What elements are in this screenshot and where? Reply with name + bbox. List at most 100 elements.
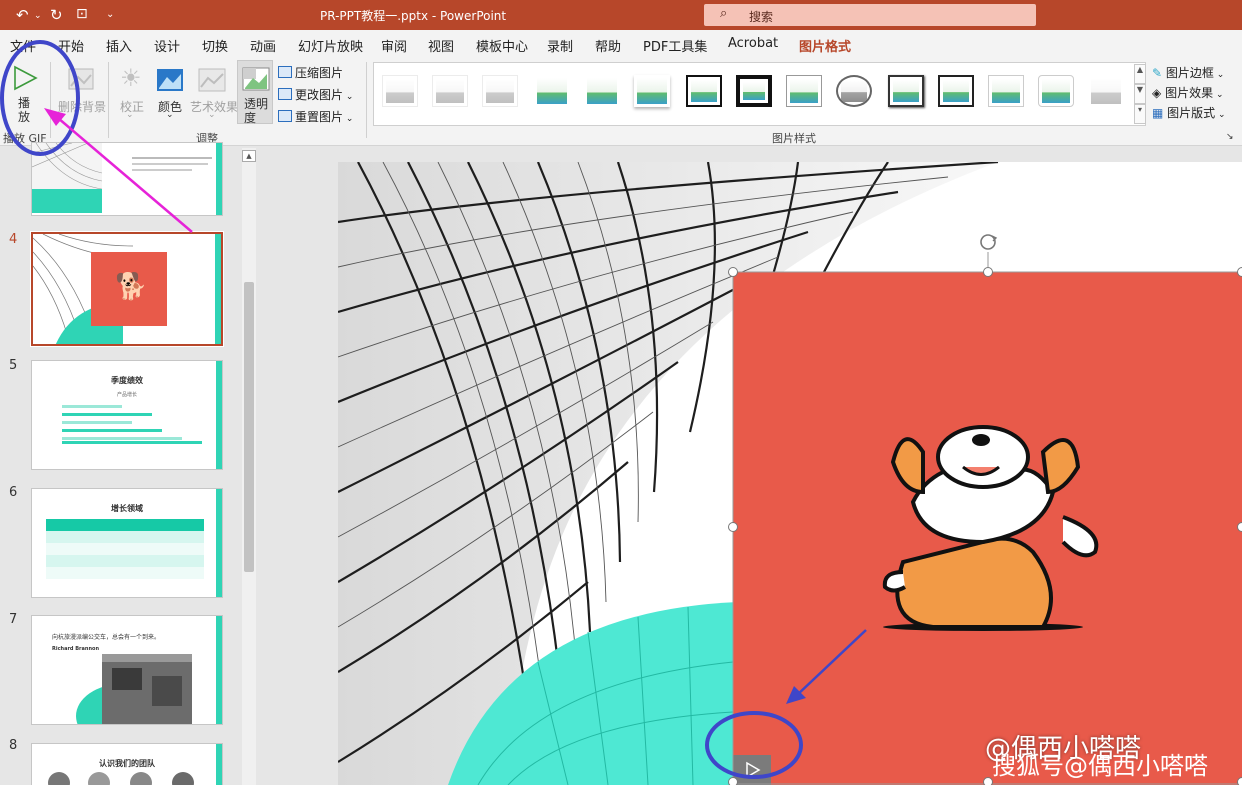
present-icon[interactable]: ⊡ bbox=[76, 6, 88, 22]
thumb-title: 认识我们的团队 bbox=[99, 759, 155, 768]
picture-style-5[interactable] bbox=[584, 75, 620, 107]
thumb-bar bbox=[62, 441, 202, 444]
ribbon-tabs: 文件 开始 插入 设计 切换 动画 幻灯片放映 审阅 视图 模板中心 录制 帮助… bbox=[0, 30, 1242, 61]
tab-picture-format[interactable]: 图片格式 bbox=[799, 36, 852, 61]
slide-number: 6 bbox=[9, 485, 18, 500]
current-slide bbox=[338, 162, 1242, 785]
thumb-accent-stripe bbox=[216, 744, 222, 785]
thumb-avatar bbox=[172, 772, 194, 785]
play-gif-button[interactable]: 播 放 bbox=[4, 60, 44, 124]
remove-background-label: 删除背景 bbox=[58, 100, 107, 114]
slide-number: 8 bbox=[9, 738, 18, 753]
picture-style-11[interactable] bbox=[888, 75, 924, 107]
picture-style-12[interactable] bbox=[938, 75, 974, 107]
watermark-line2: 搜狐号@偶西小嗒嗒 bbox=[992, 752, 1208, 780]
remove-background-button[interactable]: 删除背景 bbox=[56, 62, 107, 114]
picture-style-9[interactable] bbox=[786, 75, 822, 107]
customize-toolbar-icon[interactable]: ⌄ bbox=[106, 9, 114, 20]
slide-thumbnail-5[interactable]: 季度绩效 产品增长 bbox=[31, 360, 223, 470]
separator bbox=[50, 62, 51, 138]
search-box[interactable]: ⌕ 搜索 bbox=[704, 4, 1036, 26]
reset-picture-icon bbox=[278, 110, 292, 122]
corrections-button[interactable]: ☀ 校正 ⌄ bbox=[112, 62, 150, 120]
thumb-bar bbox=[62, 437, 182, 440]
picture-style-3[interactable] bbox=[482, 75, 518, 107]
corgi-icon: 🐕 bbox=[115, 272, 148, 302]
undo-icon[interactable]: ↶ bbox=[16, 6, 29, 24]
tab-help[interactable]: 帮助 bbox=[595, 36, 621, 55]
picture-style-7[interactable] bbox=[686, 75, 722, 107]
tab-record[interactable]: 录制 bbox=[547, 36, 573, 55]
search-placeholder: 搜索 bbox=[749, 10, 774, 24]
picture-border-button[interactable]: ✎ 图片边框 ⌄ bbox=[1152, 64, 1224, 81]
thumb-accent-stripe bbox=[216, 143, 222, 215]
artistic-effects-icon bbox=[198, 68, 226, 92]
layout-icon: ▦ bbox=[1152, 106, 1164, 120]
change-picture-icon bbox=[278, 88, 292, 100]
artistic-effects-button[interactable]: 艺术效果 ⌄ bbox=[190, 62, 238, 120]
transparency-icon bbox=[242, 67, 270, 91]
slide-thumbnail-7[interactable]: 向杭旅漫派编公交车，总会有一个到来。 Richard Brannon bbox=[31, 615, 223, 725]
picture-style-6[interactable] bbox=[634, 75, 670, 107]
scrollbar-thumb[interactable] bbox=[244, 282, 254, 572]
title-bar: ↶ ⌄ ↻ ⊡ ⌄ PR-PPT教程一.pptx - PowerPoint ⌕ … bbox=[0, 0, 1242, 30]
thumb-table-row bbox=[46, 555, 204, 567]
tab-view[interactable]: 视图 bbox=[428, 36, 454, 55]
picture-styles-gallery bbox=[373, 62, 1146, 126]
picture-style-10[interactable] bbox=[836, 75, 872, 107]
tab-home[interactable]: 开始 bbox=[58, 36, 84, 55]
thumb-table-row bbox=[46, 567, 204, 579]
transparency-button[interactable]: 透明 度 bbox=[237, 60, 273, 125]
document-title: PR-PPT教程一.pptx - PowerPoint bbox=[320, 9, 507, 23]
gallery-scroll-up-icon[interactable]: ▲ bbox=[1134, 64, 1146, 84]
effects-icon: ◈ bbox=[1152, 86, 1162, 100]
color-button[interactable]: 颜色 ⌄ bbox=[152, 62, 190, 120]
picture-style-14[interactable] bbox=[1038, 75, 1074, 107]
change-picture-button[interactable]: 更改图片 ⌄ bbox=[278, 86, 353, 103]
thumb-accent-stripe bbox=[216, 361, 222, 469]
tab-file[interactable]: 文件 bbox=[10, 36, 36, 55]
thumb-accent-stripe bbox=[216, 489, 222, 597]
picture-effects-button[interactable]: ◈ 图片效果 ⌄ bbox=[1152, 84, 1223, 101]
tab-pdf-tools[interactable]: PDF工具集 bbox=[643, 36, 707, 55]
picture-style-1[interactable] bbox=[382, 75, 418, 107]
thumb-accent-stripe bbox=[215, 234, 221, 344]
tab-slideshow[interactable]: 幻灯片放映 bbox=[298, 36, 363, 55]
gallery-scroll-down-icon[interactable]: ▼ bbox=[1134, 84, 1146, 104]
thumb-bar bbox=[62, 421, 132, 424]
tab-insert[interactable]: 插入 bbox=[106, 36, 132, 55]
picture-style-8[interactable] bbox=[736, 75, 772, 107]
gallery-more-icon[interactable]: ▾ bbox=[1134, 104, 1146, 124]
thumb-bar bbox=[62, 413, 152, 416]
pen-icon: ✎ bbox=[1152, 66, 1163, 80]
slide-thumbnail-4[interactable]: 🐕 bbox=[30, 231, 224, 347]
picture-effects-label: 图片效果 bbox=[1165, 86, 1214, 100]
tab-review[interactable]: 审阅 bbox=[381, 36, 407, 55]
reset-picture-button[interactable]: 重置图片 ⌄ bbox=[278, 108, 353, 125]
slide-thumbnail-8[interactable]: 认识我们的团队 bbox=[31, 743, 223, 785]
picture-border-label: 图片边框 bbox=[1165, 66, 1214, 80]
tab-templates[interactable]: 模板中心 bbox=[476, 36, 528, 55]
tab-transitions[interactable]: 切换 bbox=[202, 36, 228, 55]
slide-thumbnail-3[interactable] bbox=[31, 142, 223, 216]
thumb-avatar bbox=[48, 772, 70, 785]
picture-layout-label: 图片版式 bbox=[1167, 106, 1216, 120]
picture-style-15[interactable] bbox=[1088, 75, 1124, 107]
thumb-bar bbox=[62, 405, 122, 408]
redo-icon[interactable]: ↻ bbox=[50, 6, 63, 24]
picture-layout-button[interactable]: ▦ 图片版式 ⌄ bbox=[1152, 104, 1226, 121]
compress-label: 压缩图片 bbox=[295, 66, 344, 80]
picture-style-4[interactable] bbox=[534, 75, 570, 107]
undo-dropdown-icon[interactable]: ⌄ bbox=[34, 11, 42, 21]
chevron-down-icon: ⌄ bbox=[126, 110, 134, 120]
dialog-launcher-icon[interactable]: ↘ bbox=[1226, 132, 1234, 142]
thumb-table-header bbox=[46, 519, 204, 531]
picture-style-2[interactable] bbox=[432, 75, 468, 107]
slide-thumbnail-6[interactable]: 增长领域 bbox=[31, 488, 223, 598]
tab-acrobat[interactable]: Acrobat bbox=[728, 36, 778, 51]
picture-style-13[interactable] bbox=[988, 75, 1024, 107]
compress-pictures-button[interactable]: 压缩图片 bbox=[278, 64, 343, 81]
tab-animations[interactable]: 动画 bbox=[250, 36, 276, 55]
scroll-up-icon[interactable]: ▲ bbox=[242, 150, 256, 162]
tab-design[interactable]: 设计 bbox=[154, 36, 180, 55]
